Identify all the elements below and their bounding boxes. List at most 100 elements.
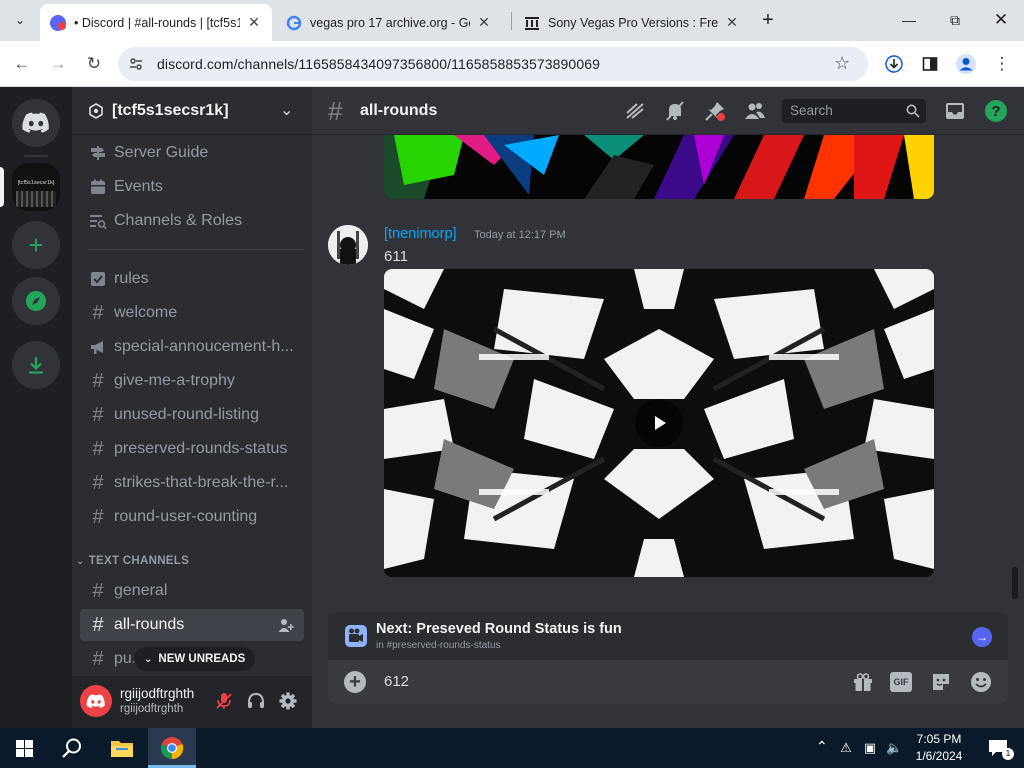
next-channel-bar[interactable]: Next: Preseved Round Status is fun in #p…: [328, 612, 1008, 660]
message-scrollbar[interactable]: [1012, 567, 1018, 599]
restore-button[interactable]: ⧉: [932, 0, 978, 40]
message-avatar[interactable]: [328, 225, 368, 265]
headphones-icon[interactable]: [246, 691, 266, 711]
gear-icon[interactable]: [278, 691, 298, 711]
invite-member-icon[interactable]: [278, 617, 294, 633]
channel-welcome[interactable]: # welcome: [80, 297, 304, 329]
close-tab-icon[interactable]: ✕: [246, 14, 262, 31]
bookmark-star-icon[interactable]: ☆: [834, 53, 850, 74]
tab-discord[interactable]: • Discord | #all-rounds | [tcf5s1secsr1k…: [40, 4, 272, 41]
chevron-down-icon: ⌄: [280, 102, 294, 119]
emoji-icon[interactable]: [970, 671, 992, 693]
side-panel-button[interactable]: [916, 50, 944, 78]
discord-logo-icon: [22, 112, 49, 133]
network-warning-icon[interactable]: ⚠: [838, 740, 854, 756]
address-bar[interactable]: discord.com/channels/1165858434097356800…: [118, 47, 868, 81]
channel-label: preserved-rounds-status: [114, 440, 288, 457]
help-icon[interactable]: ?: [984, 99, 1008, 123]
previous-video-attachment[interactable]: [384, 135, 934, 199]
message-input[interactable]: 612: [384, 673, 409, 690]
channel-general[interactable]: # general: [80, 575, 304, 607]
tray-chevron-up-icon[interactable]: ⌃: [816, 738, 828, 755]
discover-button[interactable]: [12, 277, 60, 325]
video-attachment[interactable]: [384, 269, 934, 577]
mute-mic-icon[interactable]: [214, 691, 234, 711]
server-header[interactable]: [tcf5s1secsr1k] ⌄: [72, 87, 312, 135]
server-icon-art: [16, 191, 56, 207]
play-button[interactable]: [635, 399, 683, 447]
back-button[interactable]: ←: [8, 50, 36, 78]
forward-button[interactable]: →: [44, 50, 72, 78]
avatar[interactable]: [80, 685, 112, 717]
sticker-icon[interactable]: [930, 671, 952, 693]
pinned-messages-icon[interactable]: [704, 100, 726, 122]
new-tab-button[interactable]: +: [756, 8, 780, 32]
active-server-pill: [0, 167, 4, 207]
site-info-icon[interactable]: [128, 56, 144, 72]
close-window-button[interactable]: ✕: [978, 0, 1024, 40]
member-list-icon[interactable]: [744, 100, 766, 122]
message-author[interactable]: [tnenimorp]: [384, 226, 457, 242]
notification-center-button[interactable]: 1: [978, 728, 1018, 768]
channel-label: general: [114, 582, 168, 599]
channel-preserved-rounds-status[interactable]: # preserved-rounds-status: [80, 433, 304, 465]
close-tab-icon[interactable]: ✕: [476, 14, 492, 31]
compass-icon: [26, 291, 46, 311]
profile-button[interactable]: [952, 50, 980, 78]
volume-muted-icon[interactable]: 🔈: [886, 740, 902, 756]
gift-icon[interactable]: [852, 671, 874, 693]
gif-button[interactable]: GIF: [890, 672, 912, 692]
new-unreads-pill[interactable]: ⌄ NEW UNREADS: [134, 647, 256, 671]
nav-events[interactable]: Events: [80, 171, 304, 203]
rules-icon: [88, 269, 108, 289]
tab-google-search[interactable]: vegas pro 17 archive.org - Google Search…: [276, 4, 502, 41]
notification-bell-muted-icon[interactable]: [664, 100, 686, 122]
user-display-name: rgiijodftrghth: [120, 686, 195, 701]
video-thumbnail-art: [384, 135, 934, 199]
nav-server-guide[interactable]: Server Guide: [80, 137, 304, 169]
file-explorer-button[interactable]: [98, 728, 146, 768]
threads-icon[interactable]: [624, 100, 646, 122]
chrome-menu-button[interactable]: ⋮: [988, 50, 1016, 78]
channel-special-announcement[interactable]: special-annoucement-h...: [80, 331, 304, 363]
search-taskbar-button[interactable]: [48, 728, 96, 768]
chat-header: # all-rounds Search ?: [312, 87, 1024, 135]
gif-label: GIF: [893, 677, 909, 687]
server-icon-tcf5s1secsr1k[interactable]: [tcf5s1secsr1k]: [12, 163, 60, 211]
chrome-taskbar-button[interactable]: [148, 728, 196, 768]
clock[interactable]: 7:05 PM 1/6/2024: [908, 731, 970, 765]
inbox-icon[interactable]: [944, 100, 966, 122]
attach-button[interactable]: +: [344, 671, 366, 693]
channel-label: round-user-counting: [114, 508, 258, 525]
category-text-channels[interactable]: ⌄ TEXT CHANNELS: [76, 555, 189, 567]
add-server-button[interactable]: +: [12, 221, 60, 269]
channel-label: all-rounds: [114, 616, 185, 633]
nav-channels-roles[interactable]: Channels & Roles: [80, 205, 304, 237]
search-input[interactable]: Search: [782, 99, 926, 123]
chevron-down-icon: ⌄: [144, 653, 153, 665]
tab-archive[interactable]: Sony Vegas Pro Versions : Free Download …: [514, 4, 750, 41]
url-text: discord.com/channels/1165858434097356800…: [157, 56, 600, 72]
channel-label: welcome: [114, 304, 178, 321]
reload-button[interactable]: ↻: [80, 50, 108, 78]
channel-all-rounds[interactable]: # all-rounds: [80, 609, 304, 641]
channel-unused-round-listing[interactable]: # unused-round-listing: [80, 399, 304, 431]
message-list: [tnenimorp] Today at 12:17 PM 611: [312, 135, 1024, 615]
network-icon[interactable]: ▣: [862, 740, 878, 756]
side-panel-icon: [922, 57, 938, 71]
close-tab-icon[interactable]: ✕: [724, 14, 740, 31]
channel-rules[interactable]: rules: [80, 263, 304, 295]
start-button[interactable]: [0, 728, 48, 768]
next-arrow-button[interactable]: →: [972, 627, 992, 647]
channel-label: give-me-a-trophy: [114, 372, 235, 389]
direct-messages-button[interactable]: [12, 99, 60, 147]
minimize-button[interactable]: —: [886, 0, 932, 40]
download-button[interactable]: [880, 50, 908, 78]
channel-round-user-counting[interactable]: # round-user-counting: [80, 501, 304, 533]
signpost-icon: [88, 143, 108, 163]
channel-strikes[interactable]: # strikes-that-break-the-r...: [80, 467, 304, 499]
tab-search-button[interactable]: ⌄: [8, 8, 32, 32]
download-apps-button[interactable]: [12, 341, 60, 389]
channel-give-me-a-trophy[interactable]: # give-me-a-trophy: [80, 365, 304, 397]
server-icon-label: [tcf5s1secsr1k]: [17, 180, 55, 186]
